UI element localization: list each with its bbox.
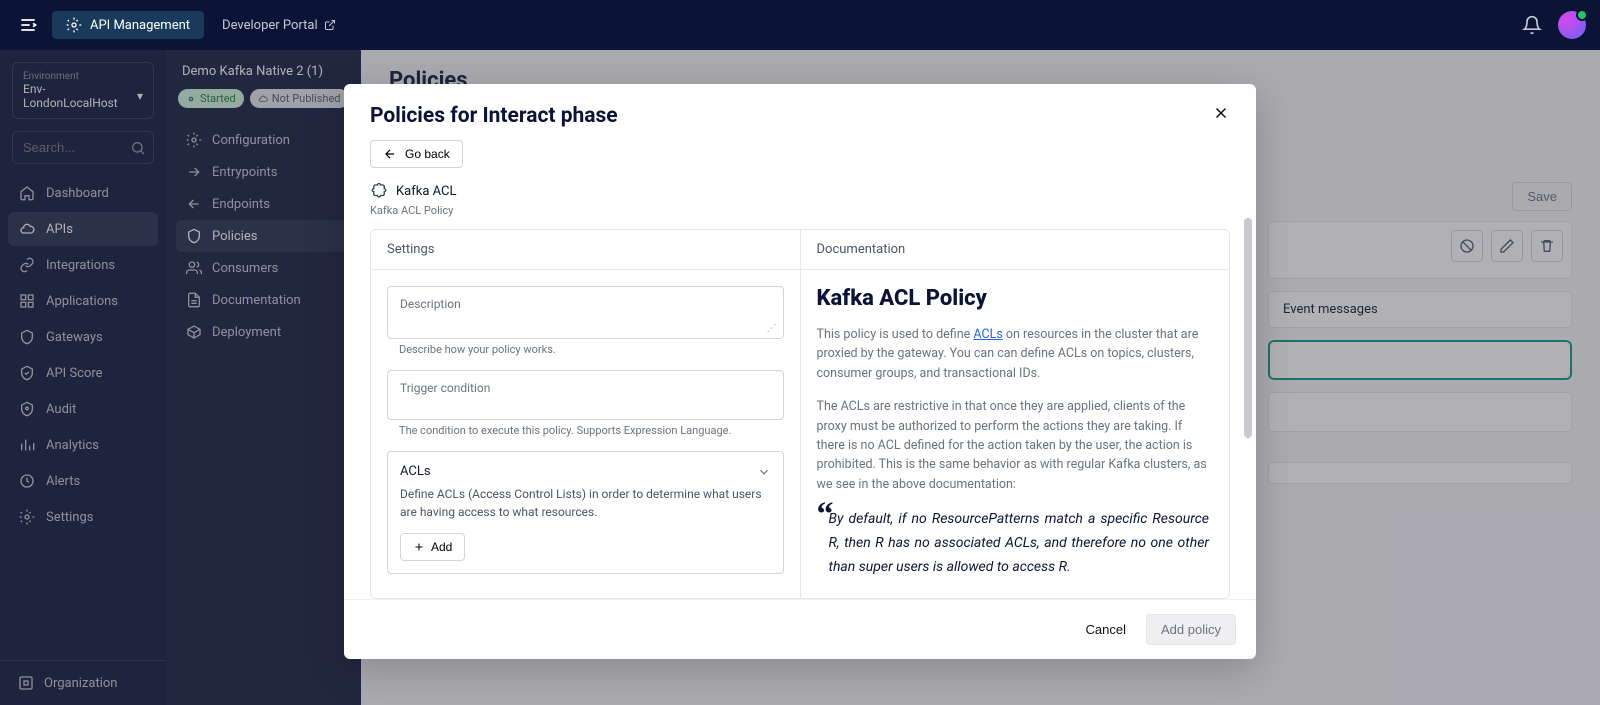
acls-link[interactable]: ACLs [973,327,1002,342]
policy-modal: Policies for Interact phase Go back Kafk… [344,84,1256,659]
product-switcher[interactable]: API Management [52,11,204,39]
policy-subtitle: Kafka ACL Policy [370,204,1230,217]
go-back-button[interactable]: Go back [370,140,463,168]
add-acl-button[interactable]: Add [400,533,465,561]
plus-icon [413,541,425,553]
user-avatar[interactable] [1558,11,1586,39]
acls-description: Define ACLs (Access Control Lists) in or… [400,485,771,521]
doc-paragraph: The ACLs are restrictive in that once th… [817,397,1214,494]
trigger-label: Trigger condition [400,381,771,395]
puzzle-icon [370,182,388,200]
close-icon [1212,104,1230,122]
modal-scrollbar[interactable] [1244,218,1252,549]
notifications-icon[interactable] [1522,15,1542,35]
product-name: API Management [90,18,190,33]
trigger-help: The condition to execute this policy. Su… [387,424,784,437]
gear-icon [66,17,82,33]
resize-handle-icon[interactable]: ⋰ [767,323,777,334]
external-link-icon [324,19,336,31]
modal-title: Policies for Interact phase [370,104,618,128]
cancel-button[interactable]: Cancel [1076,614,1136,645]
arrow-left-icon [383,147,397,161]
documentation-tab: Documentation [801,230,1230,270]
add-policy-button[interactable]: Add policy [1146,614,1236,645]
doc-heading: Kafka ACL Policy [817,286,1214,311]
description-help: Describe how your policy works. [387,343,784,356]
policy-name: Kafka ACL [396,184,457,199]
doc-quote: By default, if no ResourcePatterns match… [825,508,1214,579]
close-button[interactable] [1212,104,1230,122]
app-logo[interactable] [14,11,42,39]
acls-label: ACLs [400,464,431,479]
doc-subheading: How to formulate ACLs in the policy [817,597,1214,598]
description-input[interactable] [400,311,771,330]
doc-paragraph: This policy is used to define ACLs on re… [817,325,1214,383]
description-label: Description [400,297,771,311]
settings-tab: Settings [371,230,800,270]
trigger-input[interactable] [400,396,771,415]
developer-portal-link[interactable]: Developer Portal [222,18,336,33]
chevron-down-icon[interactable] [757,465,771,479]
